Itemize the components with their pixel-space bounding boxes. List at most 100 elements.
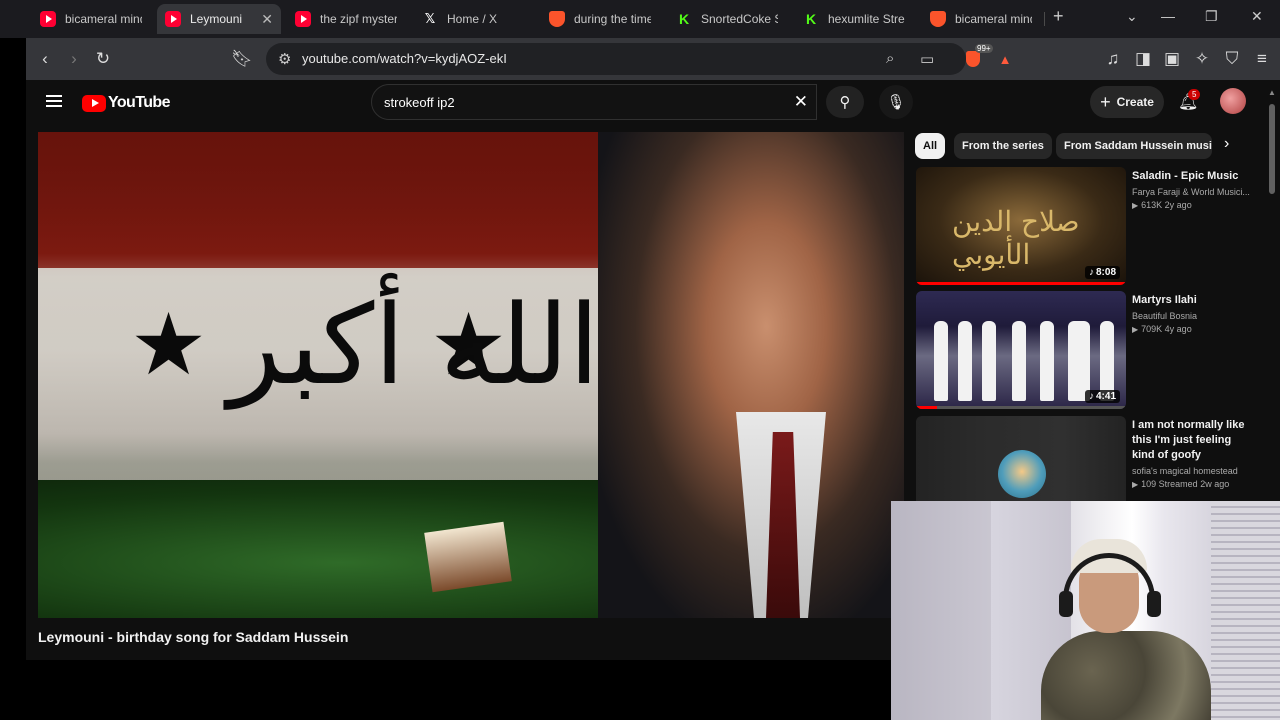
brave-icon [930, 11, 946, 27]
recommendation-meta: I am not normally like this I'm just fee… [1132, 418, 1256, 489]
dervish-figure [1100, 321, 1114, 401]
flag-script: الله أكبر [228, 281, 600, 409]
chip-from-the-series[interactable]: From the series [954, 133, 1052, 159]
cake-slice [424, 521, 512, 593]
chip-from-saddam-hussein-music[interactable]: From Saddam Hussein music [1056, 133, 1212, 159]
dervish-figure [1012, 321, 1026, 401]
zoom-icon[interactable]: ⌕ [886, 50, 894, 67]
youtube-logo[interactable]: YouTube [82, 94, 170, 112]
create-button[interactable]: + Create [1090, 86, 1164, 118]
new-tab-button[interactable]: + [1053, 6, 1064, 27]
scroll-up-icon[interactable]: ▲ [1268, 88, 1276, 97]
wallet-icon[interactable]: ▣ [1161, 48, 1183, 70]
music-note-icon: ♪ [1088, 391, 1094, 402]
reload-icon[interactable]: ↻ [92, 48, 114, 70]
duration-badge: ♪ 8:08 [1084, 266, 1120, 279]
duration-text: 4:41 [1095, 391, 1116, 402]
channel-name[interactable]: sofia's magical homestead [1132, 466, 1256, 476]
video-stats: ▶ 613K 2y ago [1132, 200, 1256, 210]
channel-name[interactable]: Beautiful Bosnia [1132, 311, 1256, 321]
recommendation-item[interactable]: ♪ 4:41 Martyrs Ilahi Beautiful Bosnia ▶ 70… [916, 291, 1266, 409]
clear-search-icon[interactable]: ✕ [794, 92, 808, 112]
recommendation-meta: Saladin - Epic Music Farya Faraji & Worl… [1132, 169, 1256, 210]
tab-during-the-time[interactable]: during the time [541, 4, 659, 34]
kick-icon: K [805, 11, 817, 27]
video-thumbnail[interactable]: صلاح الدين الأيوبي ♪ 8:08 [916, 167, 1126, 285]
back-icon[interactable]: ‹ [34, 48, 56, 70]
tab-divider [1044, 12, 1045, 26]
media-icon[interactable]: ♫ [1102, 48, 1124, 70]
search-icon: ⚲ [839, 94, 851, 111]
microphone-icon: 🎙︎ [886, 94, 906, 111]
url-text[interactable]: youtube.com/watch?v=kydjAOZ-ekI [302, 51, 507, 66]
minimize-icon[interactable]: — [1161, 8, 1175, 24]
hamburger-menu-icon[interactable] [46, 95, 62, 107]
play-icon: ▶ [1132, 325, 1139, 334]
tab-title: hexumlite Stre [828, 12, 905, 26]
scrollbar-thumb[interactable] [1269, 104, 1275, 194]
recommendation-title[interactable]: I am not normally like this I'm just fee… [1132, 418, 1256, 463]
tab-title: bicameral mind [955, 12, 1032, 26]
tab-home-x[interactable]: 𝕏 Home / X [414, 4, 532, 34]
sidebar-icon[interactable]: ◨ [1132, 48, 1154, 70]
tab-bicameral-mind[interactable]: bicameral mind [32, 4, 150, 34]
forward-icon[interactable]: › [63, 48, 85, 70]
tab-snortedcoke[interactable]: K SnortedCoke S [668, 4, 786, 34]
music-note-icon: ♪ [1088, 267, 1094, 278]
youtube-logo-text: YouTube [108, 94, 170, 111]
notification-count-badge: 5 [1188, 89, 1201, 100]
restore-icon[interactable]: ❐ [1205, 8, 1218, 25]
video-player[interactable]: ★ ★ الله أكبر [38, 132, 904, 618]
menu-icon[interactable]: ≡ [1251, 48, 1273, 70]
site-settings-icon[interactable]: ⚙︎ [278, 50, 291, 68]
headphone-cup [1059, 591, 1073, 617]
voice-search-button[interactable]: 🎙︎ [879, 85, 913, 119]
bookmark-icon[interactable]: 🔖︎ [231, 48, 253, 70]
tab-zipf-mystery[interactable]: the zipf mystery [287, 4, 405, 34]
tab-bicameral-mind-2[interactable]: bicameral mind [922, 4, 1040, 34]
streamer-body [1041, 631, 1211, 720]
channel-name[interactable]: Farya Faraji & World Musici... [1132, 187, 1256, 197]
cast-icon[interactable]: ▭ [920, 50, 934, 68]
recommendation-title[interactable]: Martyrs Ilahi [1132, 293, 1256, 308]
youtube-icon [40, 11, 56, 27]
recommendation-title[interactable]: Saladin - Epic Music [1132, 169, 1256, 184]
address-bar[interactable]: ⚙︎ youtube.com/watch?v=kydjAOZ-ekI ⌕ ▭ [266, 43, 966, 75]
watch-progress-bar [916, 406, 1126, 409]
search-input[interactable]: strokeoff ip2 [384, 95, 455, 110]
thumbnail-calligraphy: صلاح الدين الأيوبي [952, 205, 1080, 271]
youtube-icon [295, 11, 311, 27]
browser-toolbar: ‹ › ↻ 🔖︎ ⚙︎ youtube.com/watch?v=kydjAOZ-… [26, 38, 1280, 80]
channel-avatar-thumbnail [998, 450, 1046, 498]
chip-all[interactable]: All [915, 133, 946, 159]
leo-ai-icon[interactable]: ✧ [1191, 48, 1213, 70]
tab-leymouni[interactable]: Leymouni ✕ [157, 4, 281, 34]
brave-icon [549, 11, 565, 27]
dervish-figure [982, 321, 996, 401]
extension-badge: 99+ [975, 44, 993, 53]
youtube-play-icon [82, 94, 106, 112]
tab-title: during the time [574, 12, 651, 26]
chevron-right-icon[interactable]: › [1224, 135, 1229, 153]
search-box[interactable]: strokeoff ip2 ✕ [371, 84, 817, 120]
video-stats-text: 109 Streamed 2w ago [1141, 479, 1230, 489]
account-avatar[interactable] [1220, 88, 1246, 114]
tab-title: bicameral mind [65, 12, 142, 26]
watch-progress-bar [916, 282, 1126, 285]
dervish-figure [958, 321, 972, 401]
webcam-overlay [891, 501, 1280, 720]
chevron-down-icon[interactable]: ⌄ [1126, 8, 1138, 25]
close-window-icon[interactable]: ✕ [1251, 8, 1263, 25]
duration-badge: ♪ 4:41 [1084, 390, 1120, 403]
brave-rewards-icon[interactable]: ▲ [994, 48, 1016, 70]
portrait-figure [598, 132, 904, 618]
recommendation-item[interactable]: صلاح الدين الأيوبي ♪ 8:08 Saladin - Epic … [916, 167, 1266, 285]
tab-title: Home / X [447, 12, 498, 26]
vpn-icon[interactable]: ⛉ [1221, 48, 1243, 70]
dervish-figure [1040, 321, 1054, 401]
create-label: Create [1116, 95, 1154, 109]
close-icon[interactable]: ✕ [255, 11, 273, 28]
tab-hexumlite[interactable]: K hexumlite Stre [795, 4, 913, 34]
search-button[interactable]: ⚲ [826, 86, 864, 118]
video-thumbnail[interactable]: ♪ 4:41 [916, 291, 1126, 409]
